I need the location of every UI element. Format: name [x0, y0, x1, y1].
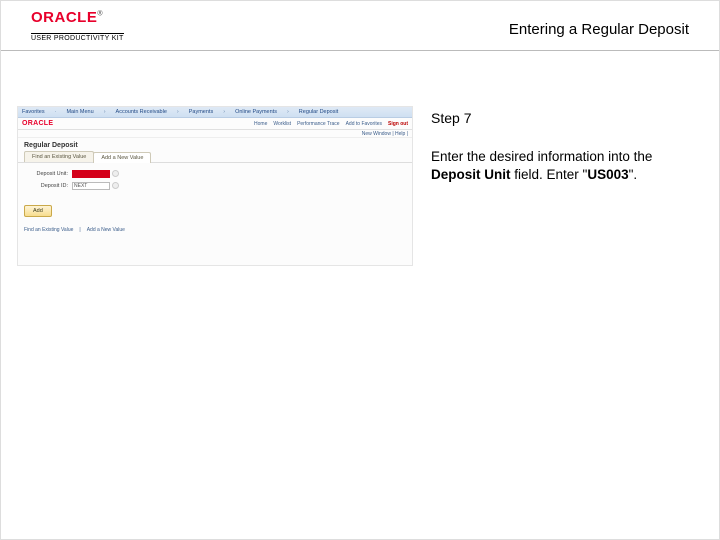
embedded-screenshot: Favorites· Main Menu› Accounts Receivabl… [17, 106, 413, 266]
nav-performance: Performance Trace [297, 121, 340, 127]
tab-find-existing[interactable]: Find an Existing Value [24, 151, 94, 162]
nav-add-favorites: Add to Favorites [346, 121, 382, 127]
label-deposit-unit: Deposit Unit: [24, 171, 72, 177]
text-mid: field. Enter " [511, 167, 588, 182]
new-window-bar: New Window | Help | [18, 130, 412, 138]
crumb: Accounts Receivable [116, 109, 167, 115]
step-text: Enter the desired information into the D… [431, 148, 691, 184]
tab-add-new[interactable]: Add a New Value [93, 152, 151, 163]
app-nav: Home Worklist Performance Trace Add to F… [254, 121, 408, 127]
trademark: ® [97, 11, 102, 18]
step-number: Step 7 [431, 110, 703, 126]
footer-links: Find an Existing Value | Add a New Value [18, 217, 412, 233]
app-brand: ORACLE [22, 120, 53, 127]
lookup-icon[interactable] [112, 182, 119, 189]
label-deposit-id: Deposit ID: [24, 183, 72, 189]
row-deposit-id: Deposit ID: NEXT [24, 181, 406, 190]
crumb: Online Payments [235, 109, 277, 115]
form-area: Deposit Unit: Deposit ID: NEXT [18, 163, 412, 199]
instruction-panel: Step 7 Enter the desired information int… [431, 106, 703, 266]
header: ORACLE® USER PRODUCTIVITY KIT Entering a… [1, 1, 719, 51]
field-name: Deposit Unit [431, 167, 511, 182]
deposit-unit-input[interactable] [72, 170, 110, 178]
page-section-title: Regular Deposit [18, 138, 412, 151]
topic-title: Entering a Regular Deposit [509, 21, 689, 38]
nav-worklist: Worklist [273, 121, 291, 127]
row-deposit-unit: Deposit Unit: [24, 169, 406, 178]
brand-text: ORACLE [31, 9, 97, 26]
breadcrumb-bar: Favorites· Main Menu› Accounts Receivabl… [18, 107, 412, 118]
crumb: Main Menu [66, 109, 93, 115]
add-button[interactable]: Add [24, 205, 52, 217]
tab-strip: Find an Existing Value Add a New Value [18, 151, 412, 163]
slide: ORACLE® USER PRODUCTIVITY KIT Entering a… [0, 0, 720, 540]
main-row: Favorites· Main Menu› Accounts Receivabl… [17, 106, 703, 266]
text-suffix: ". [629, 167, 638, 182]
app-subbar: ORACLE Home Worklist Performance Trace A… [18, 118, 412, 130]
crumb: Regular Deposit [299, 109, 338, 115]
entry-value: US003 [587, 167, 628, 182]
footer-link-add: Add a New Value [87, 227, 125, 233]
product-name: USER PRODUCTIVITY KIT [31, 33, 124, 42]
nav-home: Home [254, 121, 267, 127]
text-prefix: Enter the desired information into the [431, 149, 652, 164]
oracle-logo: ORACLE® USER PRODUCTIVITY KIT [31, 9, 124, 45]
crumb: Payments [189, 109, 213, 115]
nav-signout: Sign out [388, 121, 408, 127]
footer-link-find: Find an Existing Value [24, 227, 73, 233]
deposit-id-input[interactable]: NEXT [72, 182, 110, 190]
lookup-icon[interactable] [112, 170, 119, 177]
crumb: Favorites [22, 109, 45, 115]
